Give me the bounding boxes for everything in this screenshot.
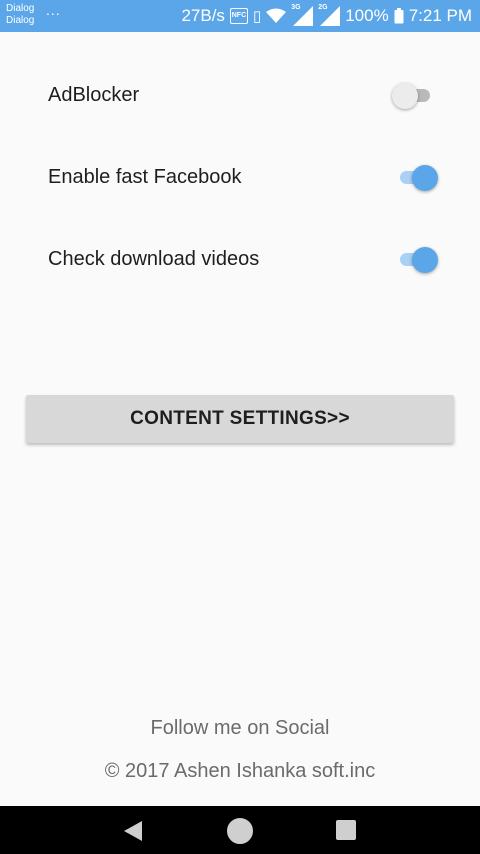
signal-icon: 3G [291,4,314,26]
toggle-thumb [412,165,438,191]
vibrate-icon: ▯ [252,8,262,25]
toggle-thumb [392,83,418,109]
battery-percent: 100% [345,6,389,25]
download-videos-toggle[interactable] [392,245,438,273]
follow-social-link[interactable]: Follow me on Social [0,717,480,740]
network-type-2g: 2G [318,4,328,11]
adblocker-toggle[interactable] [392,81,438,109]
recent-apps-icon[interactable] [336,820,356,840]
net-speed: 27B/s [181,6,225,25]
setting-label: Enable fast Facebook [48,165,242,188]
nfc-icon: NFC [229,8,248,24]
signal-icon: 2G [318,4,341,26]
navigation-bar [0,806,480,854]
clock: 7:21 PM [408,6,472,25]
home-icon[interactable] [227,818,253,844]
wifi-icon [266,8,287,24]
status-icons: 27B/s NFC ▯ 3G 2G 100% 7:21 PM [181,0,472,32]
setting-row-fast-facebook[interactable]: Enable fast Facebook [48,157,438,197]
fast-facebook-toggle[interactable] [392,163,438,191]
setting-label: AdBlocker [48,83,140,106]
content-settings-button[interactable]: CONTENT SETTINGS>> [26,395,454,443]
setting-label: Check download videos [48,247,260,270]
carrier-line-2: Dialog [6,15,35,26]
back-icon[interactable] [122,820,144,847]
setting-row-adblocker[interactable]: AdBlocker [48,75,438,115]
carrier-line-1: Dialog [6,3,35,14]
status-bar: Dialog Dialog ... 27B/s NFC ▯ 3G 2G 100%… [0,0,480,32]
more-notifications-icon: ... [46,2,61,18]
setting-row-download-videos[interactable]: Check download videos [48,239,438,279]
battery-icon [394,8,404,24]
network-type-3g: 3G [291,4,301,11]
carrier-label: Dialog Dialog [6,3,34,27]
toggle-thumb [412,247,438,273]
copyright-text: © 2017 Ashen Ishanka soft.inc [104,760,376,782]
